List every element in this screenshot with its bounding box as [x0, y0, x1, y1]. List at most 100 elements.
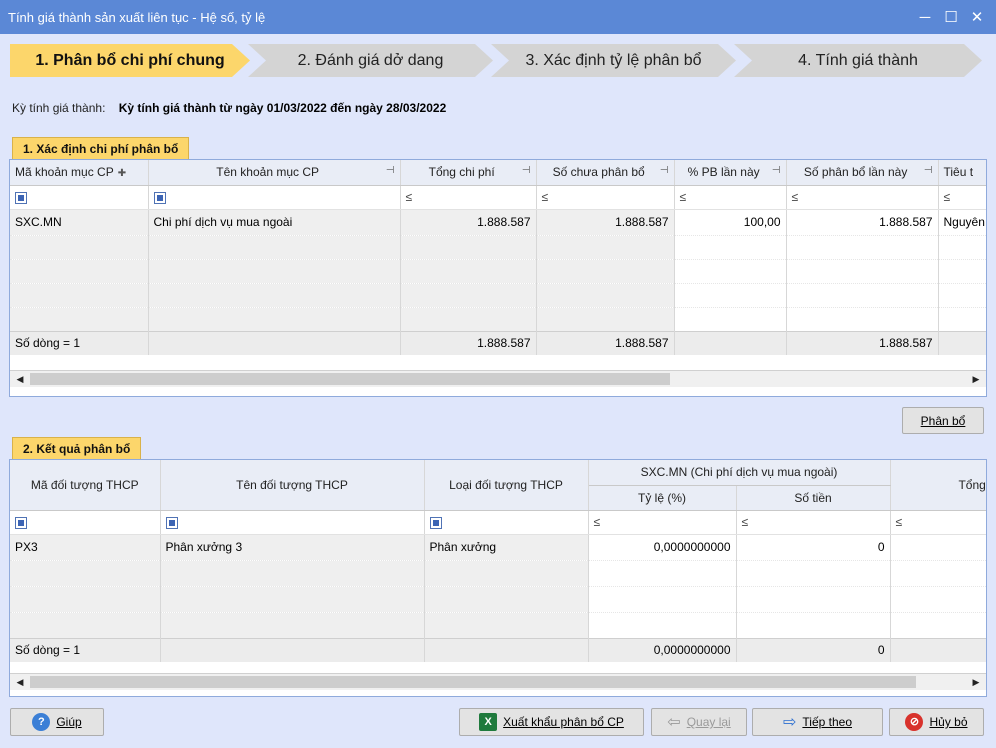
step-4-label: 4. Tính giá thành	[798, 51, 918, 69]
col-so-chua-phan-bo[interactable]: Số chưa phân bổ ⊣	[536, 160, 675, 186]
filter-checkbox-icon[interactable]	[153, 191, 166, 204]
cell-ma: PX3	[10, 534, 161, 560]
step-4-tab[interactable]: 4. Tính giá thành	[734, 44, 982, 77]
filter-checkbox-icon[interactable]	[429, 516, 442, 529]
col-ma-doi-tuong[interactable]: Mã đối tượng THCP	[10, 460, 161, 511]
step-2-label: 2. Đánh giá dở dang	[297, 51, 444, 69]
step-1-label: 1. Phân bổ chi phí chung	[35, 51, 225, 69]
total-tong: 1.888.587	[400, 330, 537, 355]
total-row: Số dòng = 1 1.888.587 1.888.587 1.888.58…	[10, 330, 986, 355]
filter-checkbox-icon[interactable]	[15, 516, 27, 529]
period-value: Kỳ tính giá thành từ ngày 01/03/2022 đến…	[118, 101, 447, 115]
total-label: Số dòng = 1	[10, 330, 149, 355]
total-chua: 1.888.587	[536, 330, 675, 355]
total-sotien: 0	[736, 637, 891, 662]
filter-le-icon: ≤	[791, 190, 799, 204]
filter-chua[interactable]: ≤	[536, 185, 675, 210]
cell-chua: 1.888.587	[536, 209, 675, 235]
help-button-label: Giúp	[56, 715, 82, 729]
scroll-thumb[interactable]	[30, 373, 670, 385]
pin-icon: ⊣	[659, 165, 669, 177]
col-tong-chi-phi[interactable]: Tổng chi p	[890, 460, 986, 511]
cost-allocation-grid: Mã khoản mục CP ✚ Tên khoản mục CP ⊣ Tổng …	[9, 159, 987, 397]
back-button-label: Quay lại	[686, 715, 731, 729]
col-so-phan-bo-lan-nay-label: Số phân bổ lần này	[803, 165, 908, 180]
filter-le-icon: ≤	[943, 190, 951, 204]
filter-ten[interactable]	[160, 510, 425, 535]
scroll-left-icon[interactable]: ◀	[12, 675, 28, 690]
filter-le-icon: ≤	[405, 190, 413, 204]
pin-icon: ⊣	[521, 165, 531, 177]
cell-tyle[interactable]: 0,0000000000	[588, 534, 737, 560]
close-icon[interactable]: ✕	[966, 8, 988, 26]
col-loai-doi-tuong[interactable]: Loại đối tượng THCP	[424, 460, 589, 511]
excel-icon: X	[479, 713, 498, 731]
col-tong-chi-phi-label: Tổng chi p	[958, 477, 986, 492]
col-pb-lan-nay[interactable]: % PB lần này ⊣	[674, 160, 787, 186]
cell-pb[interactable]: 100,00	[674, 209, 787, 235]
col-ty-le[interactable]: Tỷ lệ (%)	[588, 485, 737, 511]
filter-checkbox-icon[interactable]	[165, 516, 178, 529]
col-ten-khoan-muc-label: Tên khoản mục CP	[216, 165, 319, 180]
filter-ma[interactable]	[10, 185, 149, 210]
filter-so-pb[interactable]: ≤	[786, 185, 939, 210]
filter-checkbox-icon[interactable]	[15, 191, 27, 204]
maximize-icon[interactable]: ☐	[940, 8, 962, 26]
filter-le-icon: ≤	[593, 515, 601, 529]
cancel-icon: ⊘	[905, 713, 924, 731]
minimize-icon[interactable]: ─	[914, 9, 936, 26]
allocate-button[interactable]: Phân bổ	[902, 407, 984, 434]
filter-le-icon: ≤	[895, 515, 903, 529]
col-ma-khoan-muc[interactable]: Mã khoản mục CP ✚	[10, 160, 149, 186]
filter-le-icon: ≤	[741, 515, 749, 529]
arrow-left-icon: ⇦	[667, 714, 681, 731]
filter-pb[interactable]: ≤	[674, 185, 787, 210]
step-3-tab[interactable]: 3. Xác định tỷ lệ phân bổ	[491, 44, 736, 77]
table-row[interactable]: PX3 Phân xưởng 3 Phân xưởng 0,0000000000…	[10, 534, 986, 560]
cell-tieu[interactable]: Nguyên	[938, 209, 986, 235]
scroll-right-icon[interactable]: ▶	[968, 372, 984, 387]
scroll-left-icon[interactable]: ◀	[12, 372, 28, 387]
step-2-tab[interactable]: 2. Đánh giá dở dang	[248, 44, 493, 77]
scroll-right-icon[interactable]: ▶	[968, 675, 984, 690]
filter-le-icon: ≤	[541, 190, 549, 204]
filter-tyle[interactable]: ≤	[588, 510, 737, 535]
period-label: Kỳ tính giá thành:	[12, 101, 106, 115]
table-row[interactable]: SXC.MN Chi phí dịch vụ mua ngoài 1.888.5…	[10, 209, 986, 235]
pin-icon: ⊣	[923, 165, 933, 177]
col-tong-chi-phi[interactable]: Tổng chi phí ⊣	[400, 160, 537, 186]
filter-tieu[interactable]: ≤	[938, 185, 986, 210]
col-so-phan-bo-lan-nay[interactable]: Số phân bổ lần này ⊣	[786, 160, 939, 186]
col-group-sxc: SXC.MN (Chi phí dịch vụ mua ngoài)	[588, 460, 891, 486]
cell-sotien[interactable]: 0	[736, 534, 891, 560]
scroll-thumb[interactable]	[30, 676, 916, 688]
cell-ten: Chi phí dịch vụ mua ngoài	[148, 209, 401, 235]
section2-title: 2. Kết quả phân bổ	[23, 441, 131, 456]
total-row: Số dòng = 1 0,0000000000 0	[10, 637, 986, 662]
next-button[interactable]: ⇨ Tiếp theo	[752, 708, 883, 736]
step-1-tab[interactable]: 1. Phân bổ chi phí chung	[10, 44, 250, 77]
grid1-hscrollbar[interactable]: ◀ ▶	[10, 370, 986, 387]
grid2-hscrollbar[interactable]: ◀ ▶	[10, 673, 986, 690]
filter-ma[interactable]	[10, 510, 161, 535]
col-tieu-thuc[interactable]: Tiêu t	[938, 160, 986, 186]
total-tyle: 0,0000000000	[588, 637, 737, 662]
export-button[interactable]: X Xuất khẩu phân bổ CP	[459, 708, 644, 736]
wizard-steps: 1. Phân bổ chi phí chung 2. Đánh giá dở …	[0, 34, 996, 88]
col-ten-doi-tuong[interactable]: Tên đối tượng THCP	[160, 460, 425, 511]
col-so-tien[interactable]: Số tiền	[736, 485, 891, 511]
col-pb-lan-nay-label: % PB lần này	[687, 165, 760, 180]
col-ten-khoan-muc[interactable]: Tên khoản mục CP ⊣	[148, 160, 401, 186]
col-so-tien-label: Số tiền	[794, 490, 832, 505]
filter-tong[interactable]: ≤	[890, 510, 986, 535]
back-button[interactable]: ⇦ Quay lại	[651, 708, 747, 736]
total-so-pb: 1.888.587	[786, 330, 939, 355]
filter-ten[interactable]	[148, 185, 401, 210]
cancel-button[interactable]: ⊘ Hủy bỏ	[889, 708, 984, 736]
cell-so-pb[interactable]: 1.888.587	[786, 209, 939, 235]
section2-tab: 2. Kết quả phân bổ	[12, 437, 142, 459]
filter-loai[interactable]	[424, 510, 589, 535]
filter-sotien[interactable]: ≤	[736, 510, 891, 535]
help-button[interactable]: ? Giúp	[10, 708, 104, 736]
filter-tong[interactable]: ≤	[400, 185, 537, 210]
